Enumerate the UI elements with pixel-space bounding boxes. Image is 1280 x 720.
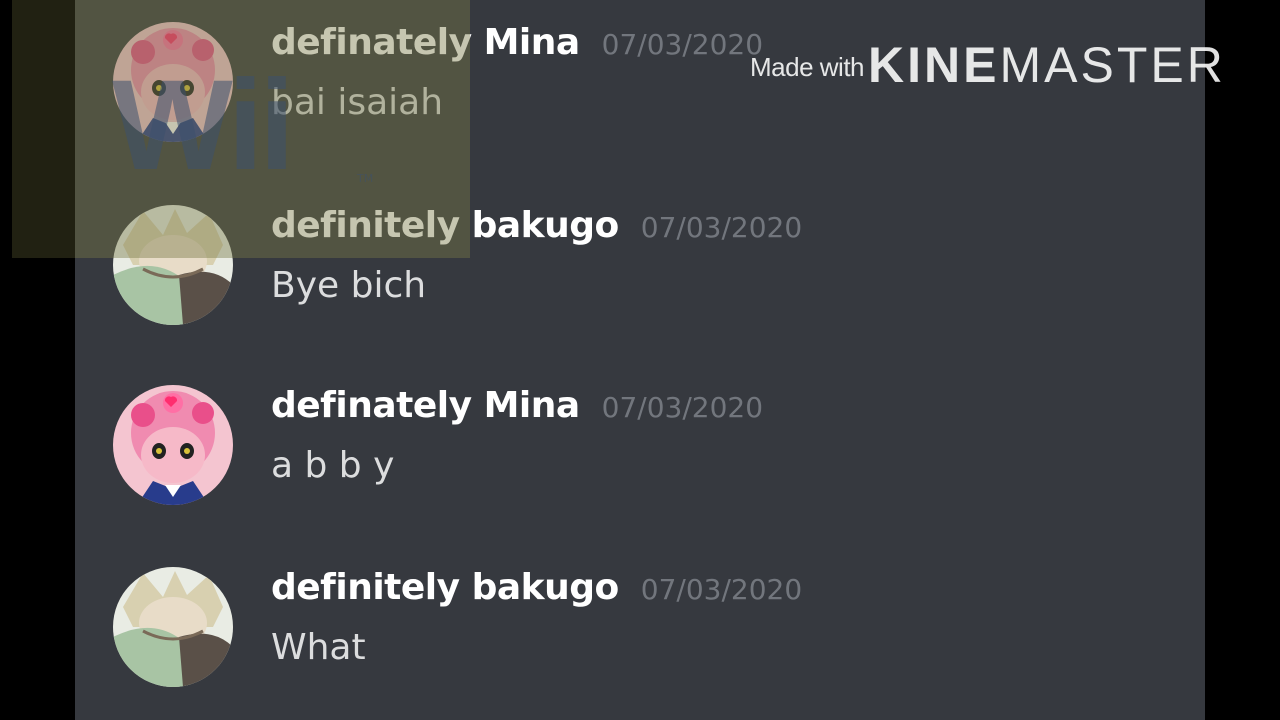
message-header: definitely bakugo 07/03/2020 xyxy=(271,567,802,608)
wii-logo: Wii xyxy=(112,54,295,197)
username[interactable]: definitely bakugo xyxy=(271,567,619,608)
kinemaster-watermark: Made withKINEMASTER xyxy=(750,36,1226,94)
bakugo-avatar[interactable] xyxy=(113,567,233,687)
username[interactable]: definately Mina xyxy=(271,385,580,426)
timestamp: 07/03/2020 xyxy=(601,391,764,424)
overlay-box: Wii TM xyxy=(12,0,470,258)
watermark-made-with: Made with xyxy=(750,52,865,82)
message-text: Bye bich xyxy=(271,265,427,306)
chat-message: definately Mina 07/03/2020 a b b y xyxy=(113,385,1113,515)
chat-message: definitely bakugo 07/03/2020 What xyxy=(113,567,1113,697)
message-header: definately Mina 07/03/2020 xyxy=(271,385,763,426)
mina-avatar[interactable] xyxy=(113,385,233,505)
trademark-mark: TM xyxy=(357,172,374,185)
watermark-brand-light: MASTER xyxy=(999,37,1226,93)
watermark-brand-bold: KINE xyxy=(868,37,1000,93)
message-text: a b b y xyxy=(271,445,395,486)
timestamp: 07/03/2020 xyxy=(640,573,803,606)
timestamp: 07/03/2020 xyxy=(640,211,803,244)
timestamp: 07/03/2020 xyxy=(601,28,764,61)
message-text: What xyxy=(271,627,366,668)
